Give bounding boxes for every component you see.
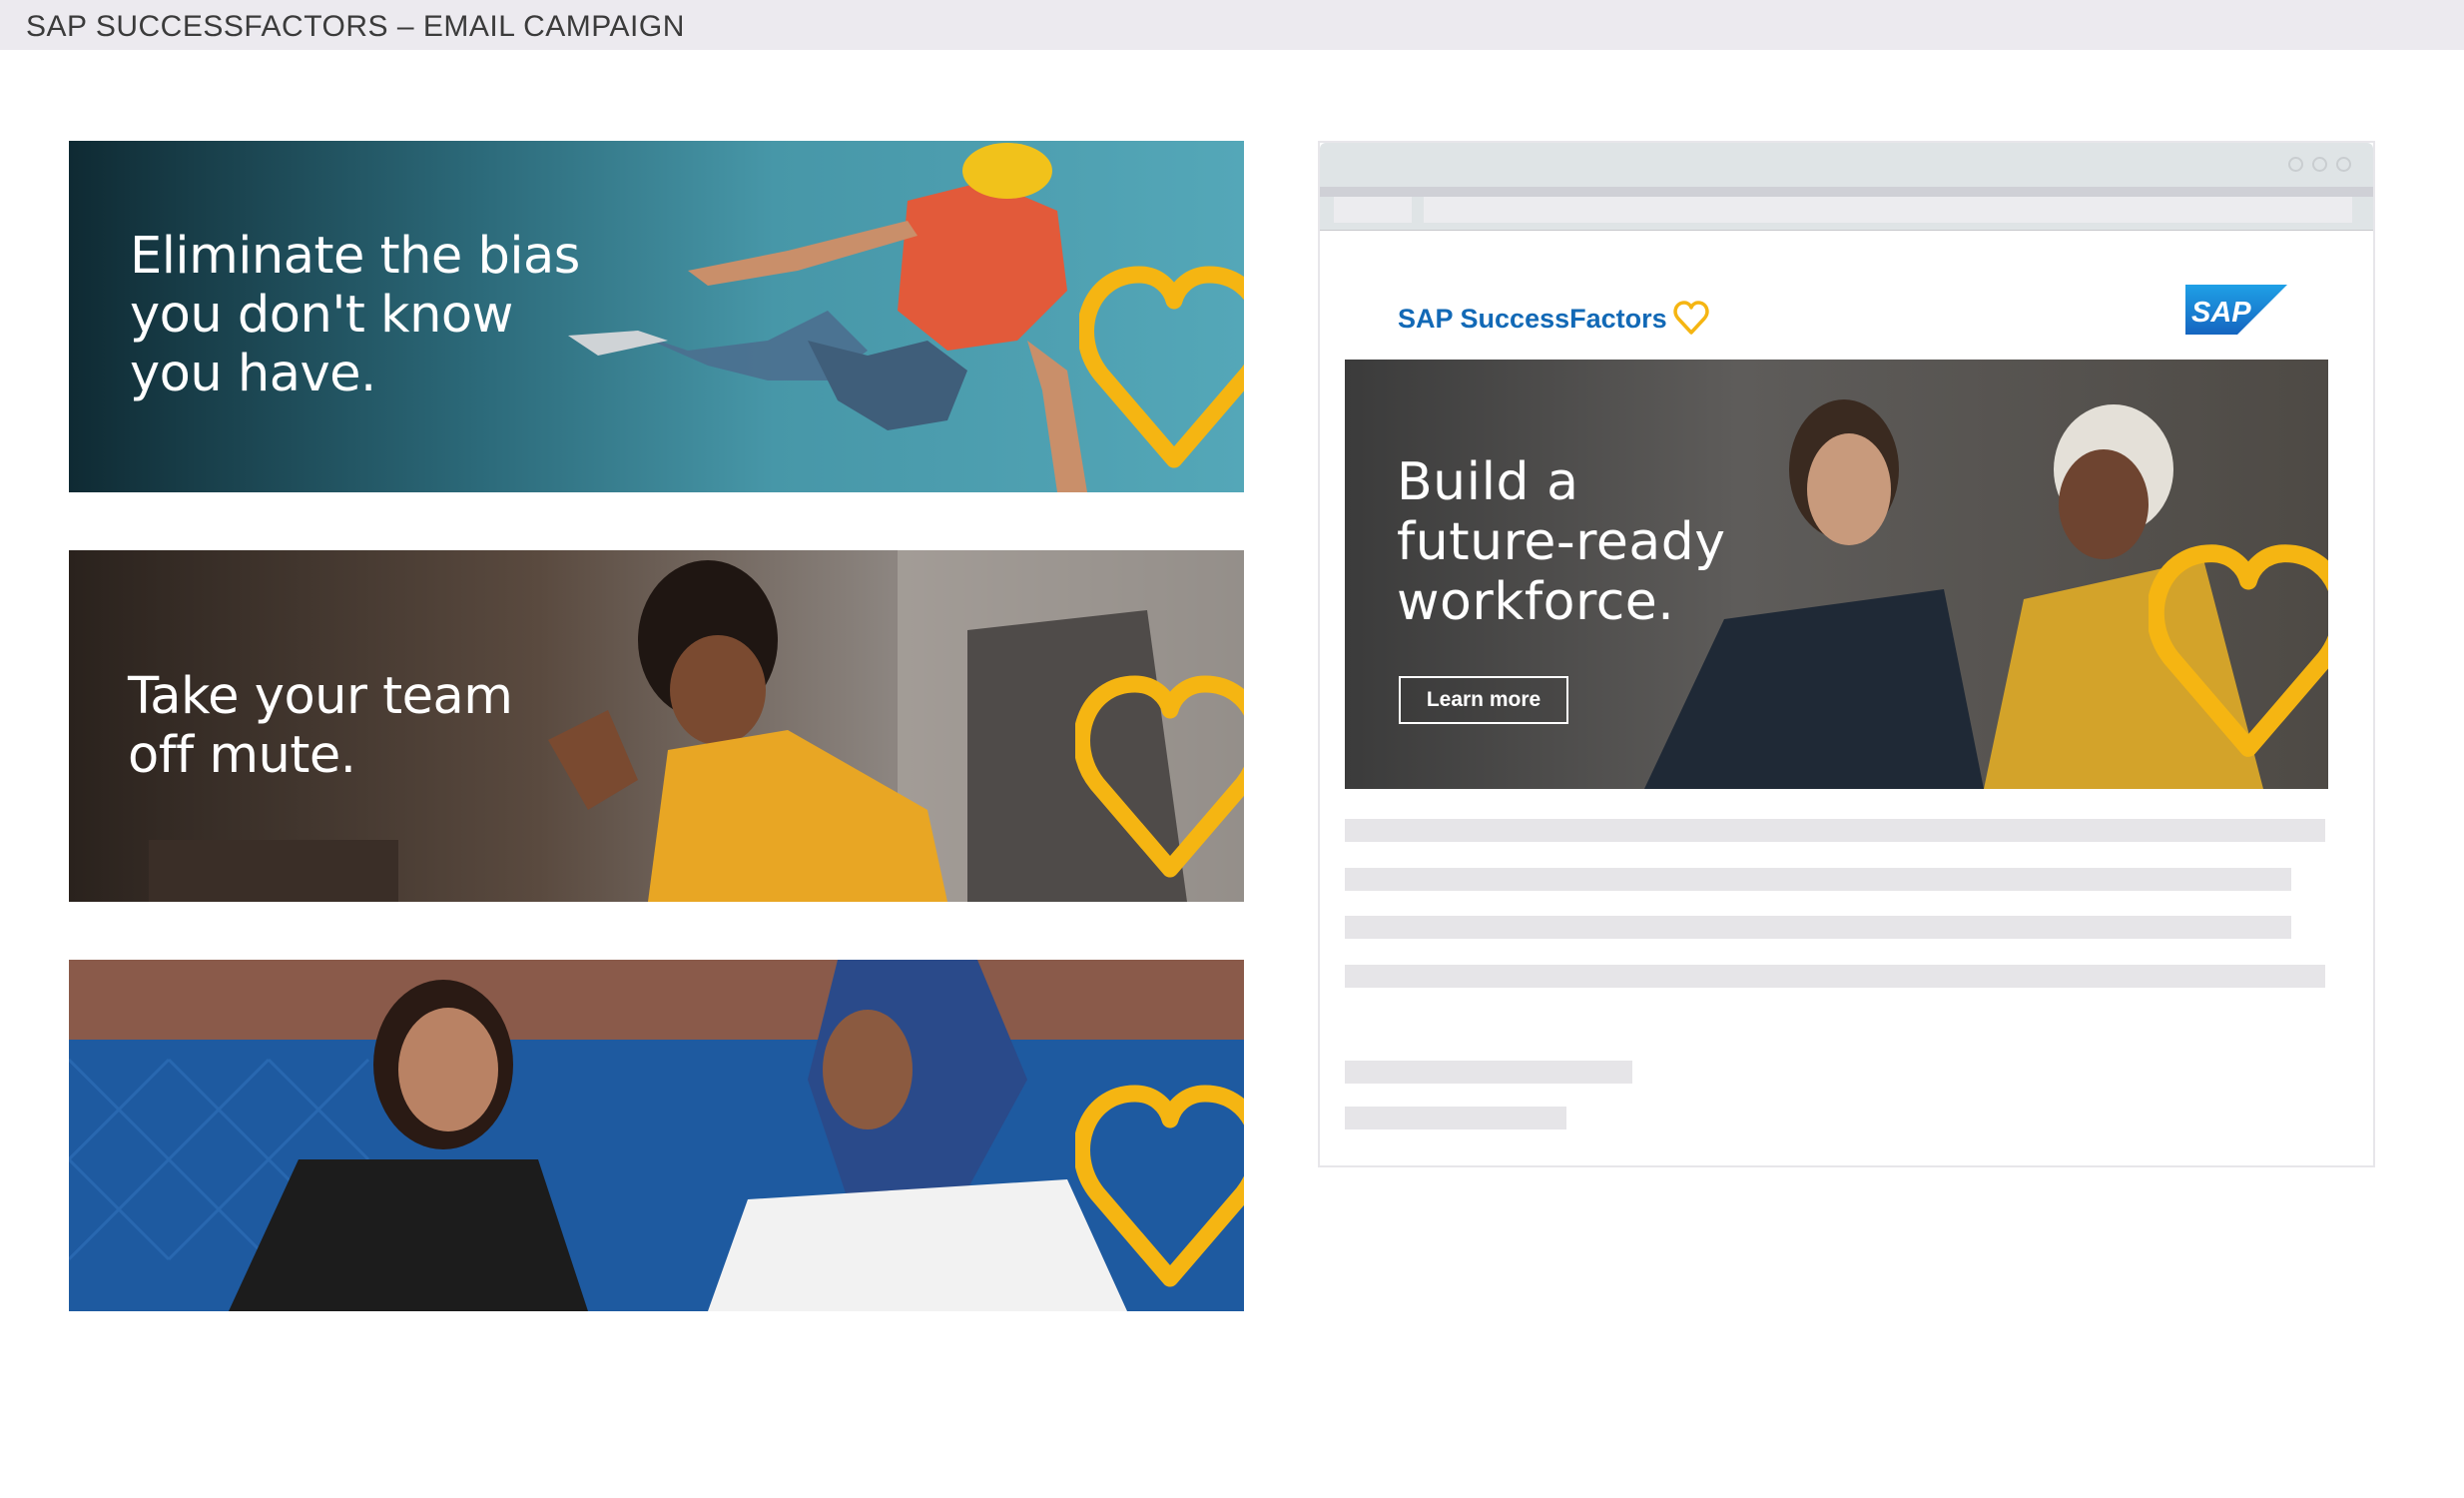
banner-team-off-mute: Take your team off mute. <box>69 550 1244 902</box>
window-dots <box>2288 157 2351 172</box>
headline-line: off mute. <box>128 726 356 785</box>
banner-colleagues-photo <box>69 960 1244 1311</box>
page-title: SAP SUCCESSFACTORS – EMAIL CAMPAIGN <box>26 10 685 43</box>
heart-icon <box>1075 675 1244 878</box>
headline-line: Eliminate the bias <box>130 227 580 286</box>
banner-headline: Take your team off mute. <box>128 667 513 785</box>
window-dot[interactable] <box>2336 157 2351 172</box>
sap-logo: SAP <box>2185 285 2287 335</box>
page-header: SAP SUCCESSFACTORS – EMAIL CAMPAIGN <box>0 0 2464 50</box>
banner-headline: Eliminate the bias you don't know you ha… <box>130 227 580 403</box>
sap-logo-text: SAP <box>2191 297 2251 329</box>
headline-line: workforce. <box>1397 572 1675 632</box>
email-hero-banner: Build a future-ready workforce. Learn mo… <box>1345 360 2328 789</box>
banner-eliminate-bias: Eliminate the bias you don't know you ha… <box>69 141 1244 492</box>
placeholder-text-line <box>1345 1061 1632 1084</box>
heart-icon <box>1075 1085 1244 1287</box>
banner-photo <box>69 960 1244 1311</box>
successfactors-logo: SAP SuccessFactors <box>1398 301 1709 337</box>
placeholder-text-line <box>1345 965 2325 988</box>
placeholder-text-line <box>1345 819 2325 842</box>
placeholder-text-line <box>1345 868 2291 891</box>
chrome-strip <box>1320 187 2373 197</box>
placeholder-text-line <box>1345 916 2291 939</box>
address-bar[interactable] <box>1424 197 2352 223</box>
headline-line: Take your team <box>128 667 513 726</box>
hero-headline: Build a future-ready workforce. <box>1397 452 1725 632</box>
email-preview-window: SAP SuccessFactors SAP Build a future-re… <box>1318 141 2375 1167</box>
headline-line: you have. <box>130 345 376 403</box>
browser-tab[interactable] <box>1334 197 1412 223</box>
brand-name: SAP SuccessFactors <box>1398 303 1667 334</box>
window-dot[interactable] <box>2288 157 2303 172</box>
headline-line: Build a <box>1397 452 1579 512</box>
heart-icon <box>1673 301 1709 335</box>
heart-icon <box>1079 266 1244 468</box>
browser-chrome <box>1320 143 2373 231</box>
learn-more-button[interactable]: Learn more <box>1399 676 1568 724</box>
headline-line: future-ready <box>1397 512 1726 572</box>
window-dot[interactable] <box>2312 157 2327 172</box>
heart-icon <box>2149 544 2328 757</box>
placeholder-text-line <box>1345 1107 1566 1129</box>
headline-line: you don't know <box>130 286 513 345</box>
